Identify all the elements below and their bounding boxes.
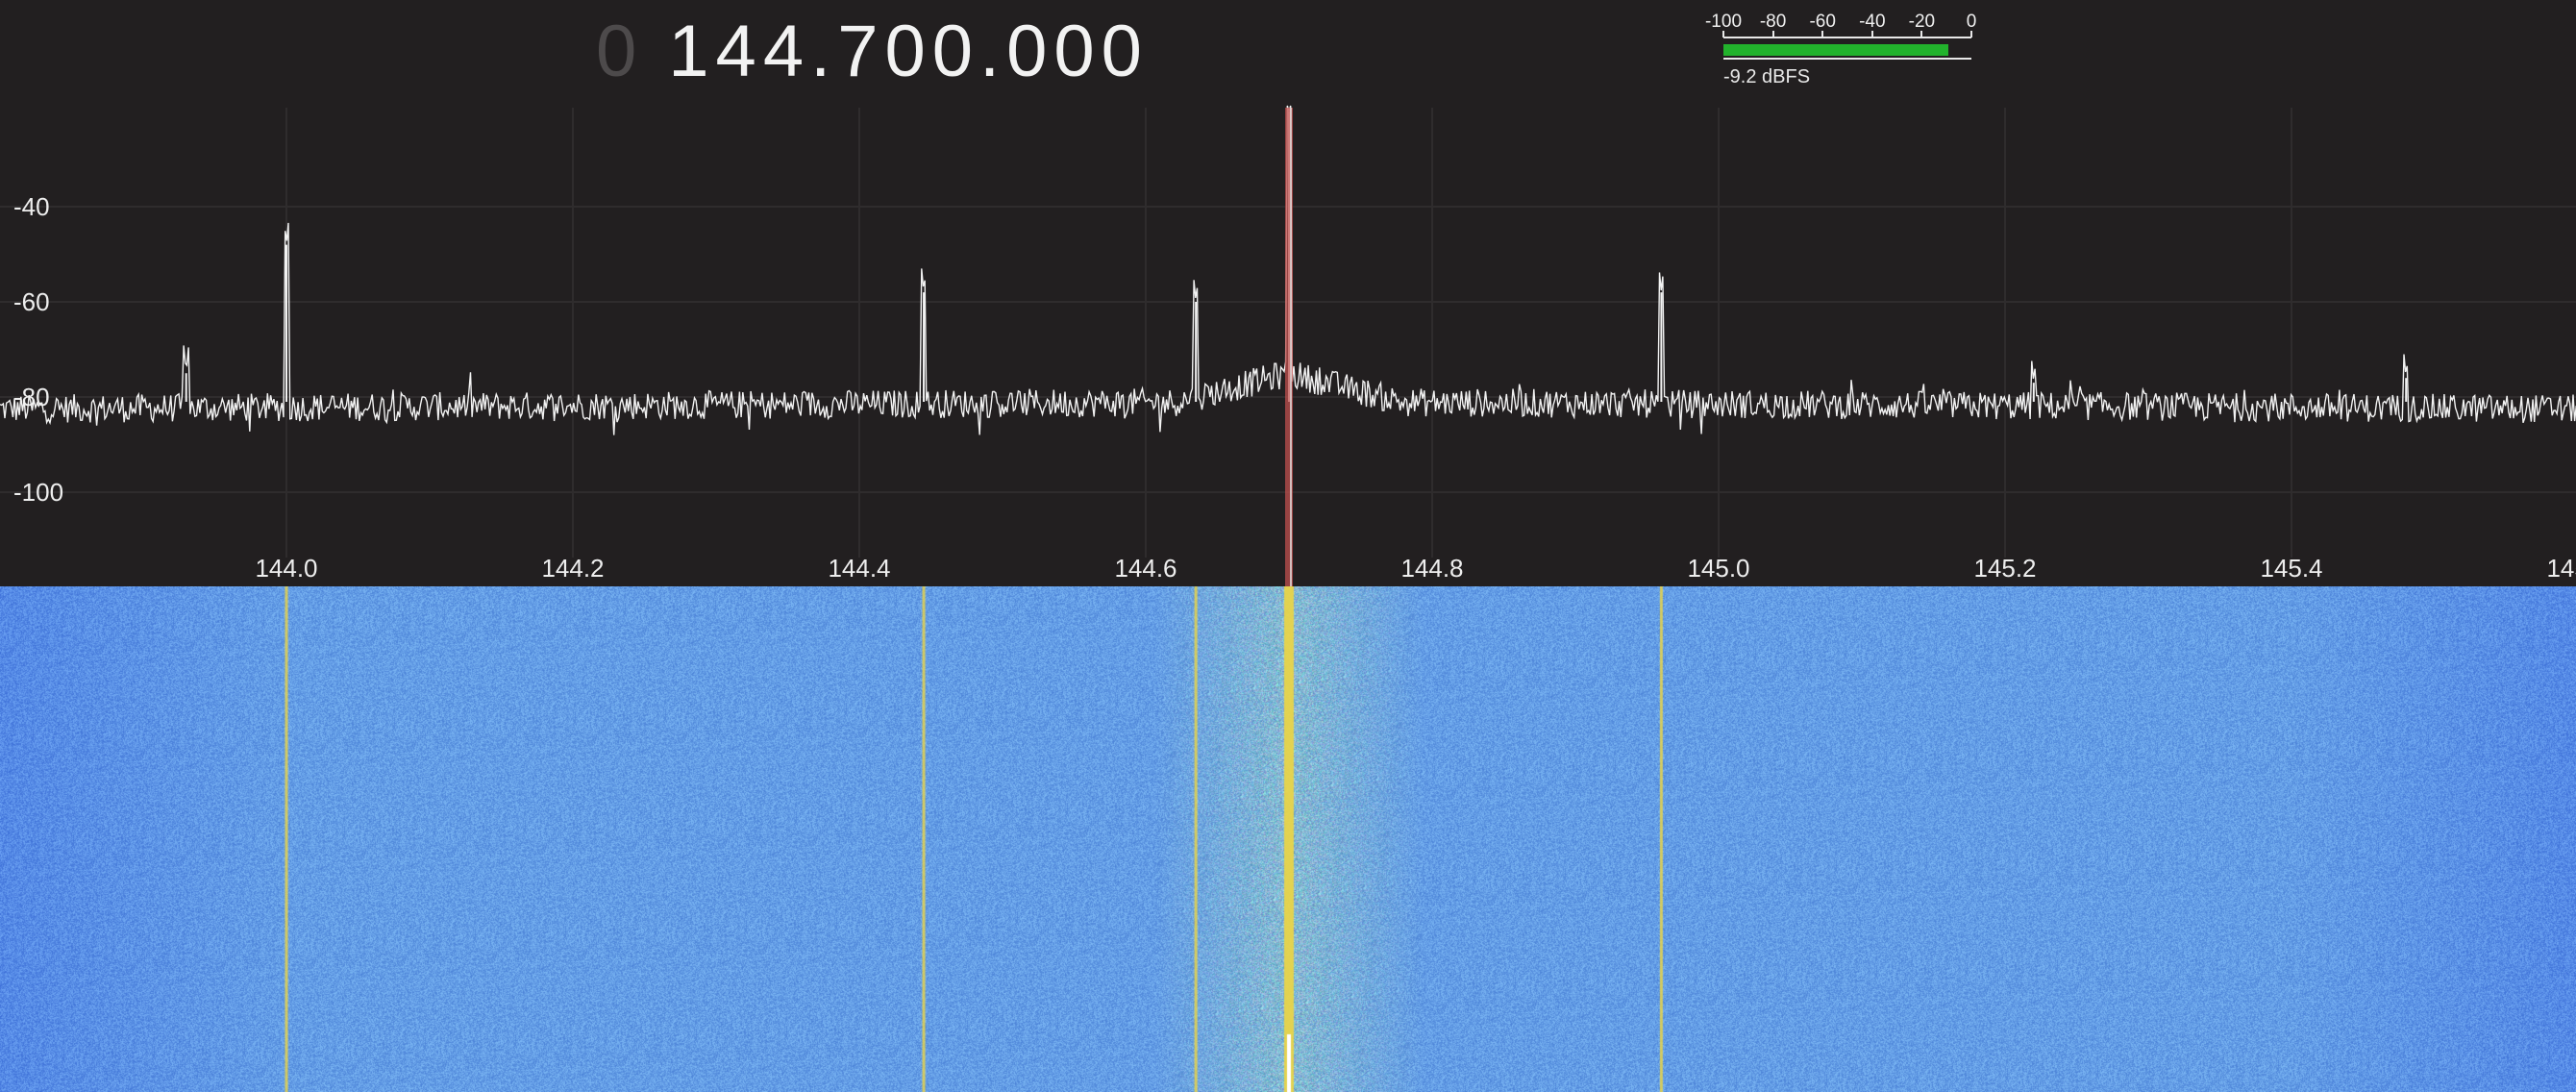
level-meter-scale: -100 -80 -60 -40 -20 0 [1704,12,1985,38]
level-meter-tick-label: 0 [1966,12,1977,32]
waterfall-display[interactable] [0,586,2576,1092]
x-tick-label: 145.4 [2260,554,2322,583]
x-tick-label: 144.0 [255,554,317,583]
x-tick-label: 145.2 [1973,554,2036,583]
x-tick-label: 144.6 [1114,554,1177,583]
level-meter-fill [1723,44,1949,56]
level-meter-tick-label: -40 [1859,12,1886,32]
x-tick-label: 144.4 [828,554,890,583]
level-meter-bar [1723,44,1971,60]
frequency-value[interactable]: 144.700.000 [668,11,1149,92]
waterfall-canvas[interactable] [0,586,2576,1092]
x-tick-label: 145.0 [1687,554,1749,583]
y-tick-label: -60 [13,287,50,316]
x-tick-label: 145.6 [2546,554,2576,583]
level-meter-tick-label: -60 [1809,12,1836,32]
spectrum-display[interactable]: -40 -60 -80 -100 144.0 144.2 144.4 144.6 144.8 14… [0,0,2576,586]
y-tick-label: -40 [13,192,50,221]
level-meter-tick-label: -80 [1759,12,1787,32]
level-readout: -9.2 dBFS [1723,66,1811,87]
x-tick-label: 144.8 [1400,554,1463,583]
y-tick-label: -100 [13,478,63,507]
level-meter-tick-label: -100 [1704,12,1743,32]
level-meter: -100 -80 -60 -40 -20 0 -9.2 dBFS [1704,12,1985,98]
tuned-frequency-marker[interactable] [1285,108,1293,586]
frequency-prefix-digit[interactable]: 0 [596,11,643,92]
spectrum-plot[interactable]: -40 -60 -80 -100 144.0 144.2 144.4 144.6 144.8 14… [0,0,2576,586]
level-meter-tick-label: -20 [1908,12,1936,32]
frequency-display[interactable]: 0 144.700.000 [596,6,1149,98]
x-tick-label: 144.2 [541,554,604,583]
sdr-receiver-window: -40 -60 -80 -100 144.0 144.2 144.4 144.6 144.8 14… [0,0,2576,1092]
level-meter-scale-line [1723,37,1971,38]
